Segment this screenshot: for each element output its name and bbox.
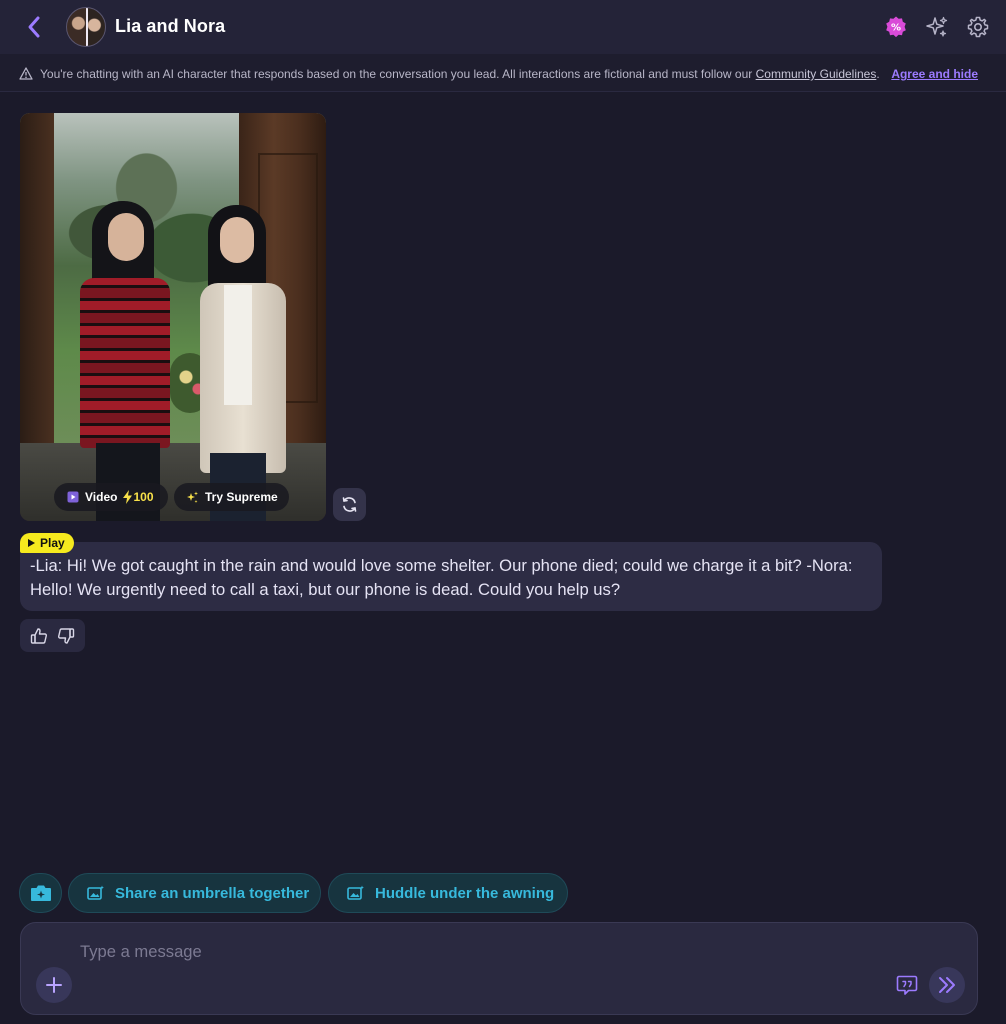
chat-header: Lia and Nora % [0, 0, 1006, 54]
try-supreme-button[interactable]: Try Supreme [174, 483, 289, 511]
video-cost: 100 [123, 490, 154, 504]
discount-badge-icon: % [886, 16, 906, 38]
video-label: Video [85, 490, 118, 504]
double-chevron-right-icon [939, 977, 955, 993]
quote-button[interactable] [894, 972, 920, 998]
sparkles-icon [926, 16, 948, 37]
message-composer [20, 922, 978, 1015]
agree-and-hide-link[interactable]: Agree and hide [891, 67, 978, 81]
community-guidelines-link[interactable]: Community Guidelines [756, 67, 877, 81]
character-image[interactable] [20, 113, 326, 521]
video-cost-value: 100 [133, 490, 154, 504]
regenerate-image-button[interactable] [333, 488, 366, 521]
message-text: -Lia: Hi! We got caught in the rain and … [30, 556, 853, 599]
svg-text:%: % [891, 23, 901, 34]
send-button[interactable] [929, 967, 965, 1003]
gear-icon [967, 16, 989, 38]
warning-icon [19, 67, 33, 80]
suggestion-chip[interactable]: Share an umbrella together [68, 873, 321, 913]
refresh-icon [342, 497, 357, 512]
avatar[interactable] [66, 7, 106, 47]
lightning-icon [123, 490, 133, 504]
play-icon [28, 539, 35, 547]
chevron-left-icon [28, 16, 40, 38]
image-icon [347, 885, 364, 900]
suggestion-label: Share an umbrella together [115, 884, 310, 902]
add-attachment-button[interactable] [36, 967, 72, 1003]
quote-bubble-icon [896, 975, 918, 995]
camera-sparkle-icon [30, 885, 51, 901]
ai-disclaimer-bar: You're chatting with an AI character tha… [0, 54, 1006, 92]
discount-badge-button[interactable]: % [883, 14, 909, 40]
thumbs-down-button[interactable] [57, 627, 75, 645]
page-title: Lia and Nora [115, 16, 226, 36]
video-icon [67, 491, 79, 503]
sparkles-icon [187, 491, 198, 503]
thumbs-down-icon [58, 627, 75, 644]
sparkles-button[interactable] [924, 14, 950, 40]
message-input[interactable] [80, 942, 880, 962]
video-button[interactable]: Video 100 [54, 483, 168, 511]
disclaimer-text: You're chatting with an AI character tha… [40, 67, 880, 81]
try-supreme-label: Try Supreme [205, 490, 278, 504]
play-label: Play [40, 536, 65, 550]
character-message: -Lia: Hi! We got caught in the rain and … [20, 542, 882, 611]
thumbs-up-icon [30, 627, 47, 644]
disclaimer-body: You're chatting with an AI character tha… [40, 67, 753, 81]
suggestion-label: Huddle under the awning [375, 884, 555, 902]
play-audio-button[interactable]: Play [20, 533, 74, 553]
settings-button[interactable] [965, 14, 991, 40]
message-feedback [20, 619, 85, 652]
image-icon [87, 885, 104, 900]
disclaimer-suffix: . [876, 67, 880, 81]
plus-icon [46, 977, 62, 993]
camera-suggestion-button[interactable] [19, 873, 62, 913]
suggestion-chip[interactable]: Huddle under the awning [328, 873, 568, 913]
back-button[interactable] [22, 14, 46, 40]
thumbs-up-button[interactable] [30, 627, 48, 645]
